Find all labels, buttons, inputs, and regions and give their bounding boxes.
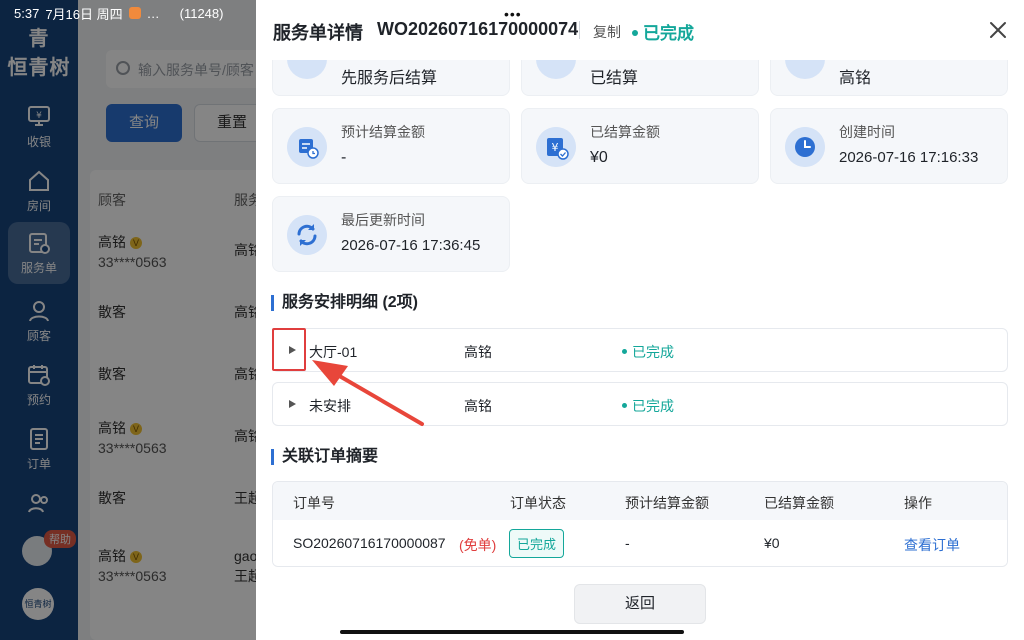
col-settled: 已结算金额 [764,495,834,511]
clock-icon [785,127,825,167]
table-header: 订单号 订单状态 预计结算金额 已结算金额 操作 [273,482,1007,520]
notification-icon [128,7,141,19]
highlight-box [272,328,306,371]
col-action: 操作 [904,495,932,511]
home-indicator[interactable] [340,630,684,634]
col-estimate: 预计结算金额 [625,495,709,511]
copy-button[interactable]: 复制 [593,22,621,42]
col-order-no: 订单号 [293,495,335,511]
status-extra: … [146,5,160,21]
service-status: 已完成 [622,396,674,416]
service-staff: 高铭 [464,344,492,360]
status-dot [622,402,627,408]
service-staff: 高铭 [464,398,492,414]
info-card-updated-time: 最后更新时间 2026-07-16 17:36:45 [272,196,510,272]
status-time: 5:37 [14,5,40,21]
order-number-cell: SO20260716170000087 [293,535,446,551]
info-card-estimate: 预计结算金额 - [272,108,510,184]
yen-icon: ¥ [536,127,576,167]
section-title-service: 服务安排明细 (2项) [271,295,418,311]
status-date: 7月16日 周四 [45,6,123,22]
service-room: 未安排 [309,398,351,414]
refresh-icon [287,215,327,255]
section-title-order: 关联订单摘要 [271,449,378,465]
status-dot [622,348,627,354]
estimate-calendar-icon [287,127,327,167]
back-button[interactable]: 返回 [574,584,706,624]
info-card-settled-amount: ¥ 已结算金额 ¥0 [521,108,759,184]
svg-text:¥: ¥ [552,141,559,154]
col-order-status: 订单状态 [510,495,566,511]
close-icon[interactable] [986,18,1010,42]
service-row[interactable]: 未安排 高铭 已完成 [272,382,1008,426]
service-room: 大厅-01 [309,344,358,360]
order-summary-table: 订单号 订单状态 预计结算金额 已结算金额 操作 SO2026071617000… [272,481,1008,567]
drawer-title: 服务单详情 [273,23,363,43]
status-count: (11248) [179,5,224,21]
settled-cell: ¥0 [764,535,780,551]
service-order-drawer: 先服务后结算 已结算 高铭 ••• 服务单详情 WO20260716170000… [256,0,1024,640]
drawer-header: ••• 服务单详情 WO20260716170000074 复制 已完成 [256,0,1024,60]
table-row: SO20260716170000087 (免单) 已完成 - ¥0 查看订单 [273,520,1007,566]
info-card-created-time: 创建时间 2026-07-16 17:16:33 [770,108,1008,184]
view-order-link[interactable]: 查看订单 [904,535,960,555]
status-dot [632,29,638,36]
service-row[interactable]: 大厅-01 高铭 已完成 [272,328,1008,372]
order-number: WO20260716170000074 [377,19,579,39]
expand-icon[interactable] [289,400,296,408]
estimate-cell: - [625,535,630,551]
service-status: 已完成 [622,342,674,362]
status-bar: 5:37 7月16日 周四 … (11248) [0,0,256,26]
status-badge: 已完成 [632,19,694,44]
free-tag: (免单) [459,537,497,553]
order-status-tag: 已完成 [509,529,565,558]
divider [579,21,580,39]
